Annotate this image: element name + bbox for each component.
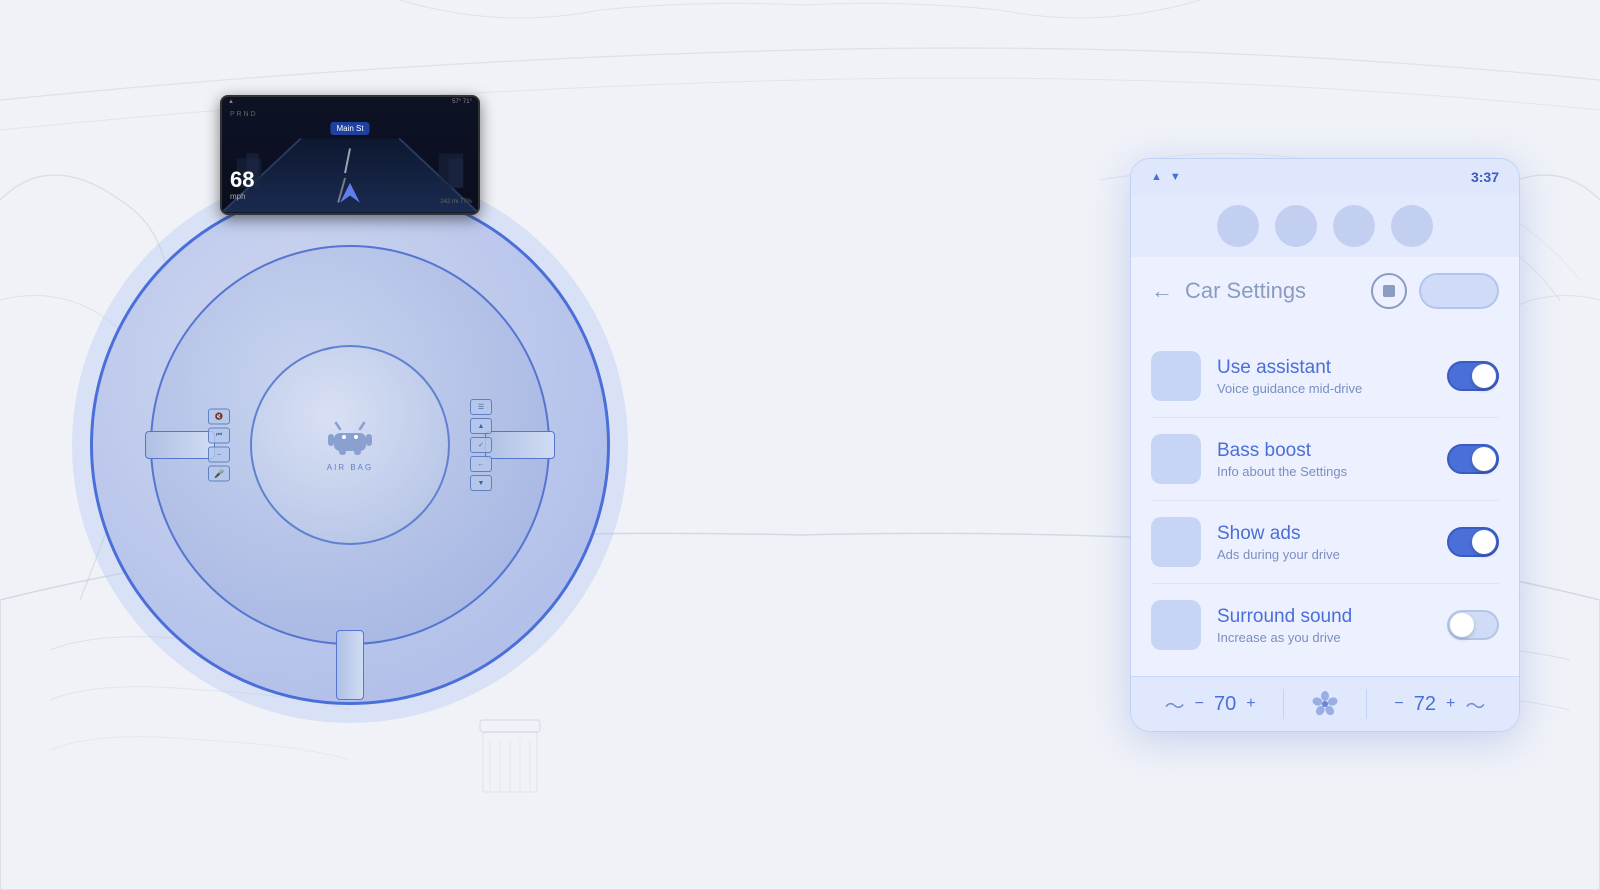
down-btn[interactable]: ▼ [470, 475, 492, 491]
bass-boost-toggle[interactable] [1447, 444, 1499, 474]
surround-sound-desc: Increase as you drive [1217, 630, 1431, 645]
wifi-icon: ▼ [1170, 171, 1181, 183]
bass-boost-text: Bass boost Info about the Settings [1217, 440, 1431, 479]
ok-btn[interactable]: ✓ [470, 437, 492, 453]
steering-wheel-section: ▲ 57° 71° P R N D Main St [80, 125, 620, 765]
prev-track-btn[interactable]: ⏮ [208, 428, 230, 444]
right-controls: ☰ ▲ ✓ ← ▼ [470, 399, 492, 491]
signal-icon: ▲ [1151, 171, 1162, 183]
surround-sound-title: Surround sound [1217, 606, 1431, 628]
bass-boost-desc: Info about the Settings [1217, 464, 1431, 479]
surround-sound-icon [1151, 600, 1201, 650]
stop-button[interactable] [1371, 273, 1407, 309]
nav-temp: 57° 71° [452, 99, 472, 105]
panel-dots-row [1131, 195, 1519, 257]
show-ads-desc: Ads during your drive [1217, 547, 1431, 562]
surround-sound-toggle[interactable] [1447, 610, 1499, 640]
panel-header: ← Car Settings [1131, 257, 1519, 325]
back-button[interactable]: ← [1151, 278, 1173, 304]
nav-screen: ▲ 57° 71° P R N D Main St [220, 95, 480, 215]
stop-icon [1383, 285, 1395, 297]
settings-list: Use assistant Voice guidance mid-drive B… [1131, 325, 1519, 676]
show-ads-icon [1151, 517, 1201, 567]
use-assistant-title: Use assistant [1217, 357, 1431, 379]
bass-boost-icon [1151, 434, 1201, 484]
climate-left: 〜 − 70 + [1165, 690, 1256, 719]
panel-dot-3 [1333, 205, 1375, 247]
nav-speed-unit: mph [230, 192, 254, 201]
climate-left-plus[interactable]: + [1246, 695, 1255, 713]
nav-status-bar: ▲ 57° 71° [222, 97, 478, 107]
vol-down-btn[interactable]: − [208, 447, 230, 463]
climate-left-minus[interactable]: − [1195, 695, 1204, 713]
use-assistant-text: Use assistant Voice guidance mid-drive [1217, 357, 1431, 396]
placeholder-button[interactable] [1419, 273, 1499, 309]
panel-status-bar: ▲ ▼ 3:37 [1131, 159, 1519, 195]
settings-panel: ▲ ▼ 3:37 ← Car Settings [1130, 158, 1520, 732]
spoke-right: ☰ ▲ ✓ ← ▼ [485, 431, 555, 459]
bass-boost-toggle-knob [1472, 447, 1496, 471]
setting-item-show-ads: Show ads Ads during your drive [1151, 501, 1499, 584]
wheel-hub: AIR BAG [250, 345, 450, 545]
use-assistant-desc: Voice guidance mid-drive [1217, 381, 1431, 396]
climate-right-minus[interactable]: − [1394, 695, 1403, 713]
show-ads-title: Show ads [1217, 523, 1431, 545]
bass-boost-title: Bass boost [1217, 440, 1431, 462]
nav-speed: 68 [230, 167, 254, 192]
surround-sound-text: Surround sound Increase as you drive [1217, 606, 1431, 645]
climate-right-value: 72 [1414, 693, 1436, 716]
use-assistant-toggle[interactable] [1447, 361, 1499, 391]
climate-bar: 〜 − 70 + [1131, 676, 1519, 731]
setting-item-use-assistant: Use assistant Voice guidance mid-drive [1151, 335, 1499, 418]
panel-dot-2 [1275, 205, 1317, 247]
airbag-label: AIR BAG [327, 463, 373, 472]
setting-item-surround-sound: Surround sound Increase as you drive [1151, 584, 1499, 666]
show-ads-toggle[interactable] [1447, 527, 1499, 557]
mute-btn[interactable]: 🔇 [208, 409, 230, 425]
panel-dot-1 [1217, 205, 1259, 247]
show-ads-text: Show ads Ads during your drive [1217, 523, 1431, 562]
surround-sound-toggle-knob [1450, 613, 1474, 637]
back-arrow-icon: ← [1151, 278, 1173, 304]
use-assistant-toggle-knob [1472, 364, 1496, 388]
show-ads-toggle-knob [1472, 530, 1496, 554]
left-controls: 🔇 ⏮ − 🎤 [208, 409, 230, 482]
climate-divider-2 [1366, 689, 1367, 719]
panel-dot-4 [1391, 205, 1433, 247]
climate-fan [1311, 690, 1339, 718]
android-logo [326, 419, 374, 455]
mic-btn[interactable]: 🎤 [208, 466, 230, 482]
back-wheel-btn[interactable]: ← [470, 456, 492, 472]
climate-right: − 72 + 〜 [1394, 690, 1485, 719]
status-indicators: ▲ ▼ [1151, 171, 1181, 183]
setting-item-bass-boost: Bass boost Info about the Settings [1151, 418, 1499, 501]
nav-street-label: Main St [330, 122, 369, 135]
status-time: 3:37 [1471, 169, 1499, 185]
up-btn[interactable]: ▲ [470, 418, 492, 434]
heat-seat-right-icon: 〜 [1465, 690, 1485, 719]
nav-signal: ▲ [228, 99, 234, 105]
climate-right-plus[interactable]: + [1446, 695, 1455, 713]
menu-btn[interactable]: ☰ [470, 399, 492, 415]
climate-left-value: 70 [1214, 693, 1236, 716]
spoke-left: 🔇 ⏮ − 🎤 [145, 431, 215, 459]
climate-divider-1 [1283, 689, 1284, 719]
use-assistant-icon [1151, 351, 1201, 401]
nav-gear: P R N D [230, 111, 256, 118]
panel-title: Car Settings [1185, 278, 1359, 304]
spoke-bottom [336, 630, 364, 700]
heat-seat-left-icon: 〜 [1165, 690, 1185, 719]
main-container: ▲ 57° 71° P R N D Main St [0, 0, 1600, 890]
fan-icon [1311, 690, 1339, 718]
